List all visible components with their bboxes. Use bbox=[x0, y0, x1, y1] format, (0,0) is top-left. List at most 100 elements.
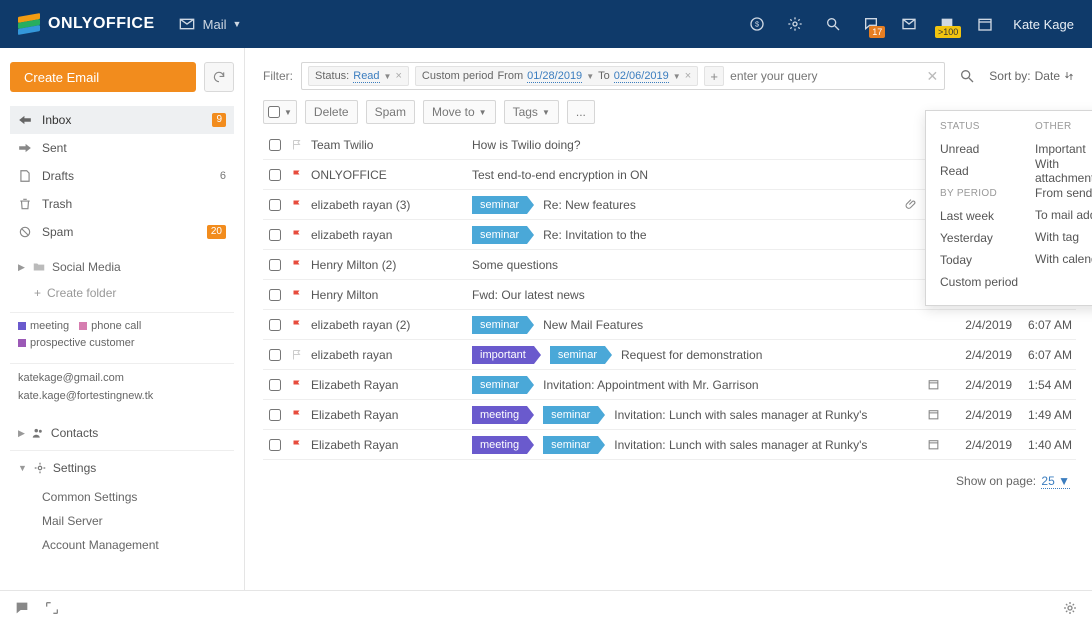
create-email-button[interactable]: Create Email bbox=[10, 62, 196, 92]
mail-subject: Fwd: Our latest news bbox=[472, 288, 900, 302]
filter-bar: Filter: Status:Read▼× Custom periodFrom0… bbox=[263, 62, 1076, 90]
dropdown-option[interactable]: With calendar bbox=[1035, 248, 1092, 270]
nav-sent[interactable]: Sent bbox=[10, 134, 234, 162]
flag-on-icon[interactable] bbox=[291, 409, 303, 421]
calendar-icon bbox=[927, 438, 940, 451]
close-icon[interactable]: × bbox=[685, 70, 691, 82]
filter-dropdown: STATUS UnreadRead BY PERIOD Last weekYes… bbox=[925, 110, 1092, 306]
mail-row[interactable]: elizabeth rayan (2) seminarNew Mail Feat… bbox=[263, 310, 1076, 340]
tags-button[interactable]: Tags▼ bbox=[504, 100, 559, 124]
settings-section[interactable]: ▼Settings bbox=[10, 450, 234, 485]
expand-icon[interactable] bbox=[44, 600, 60, 616]
flag-on-icon[interactable] bbox=[291, 289, 303, 301]
filter-status-pill[interactable]: Status:Read▼× bbox=[308, 66, 409, 86]
search-button[interactable] bbox=[953, 62, 981, 90]
mail-from: elizabeth rayan (2) bbox=[307, 318, 472, 332]
mail-row[interactable]: Elizabeth Rayan meetingseminarInvitation… bbox=[263, 430, 1076, 460]
dropdown-option[interactable]: With attachments bbox=[1035, 160, 1092, 182]
module-switcher[interactable]: Mail ▼ bbox=[179, 16, 242, 32]
flag-on-icon[interactable] bbox=[291, 259, 303, 271]
mail-row[interactable]: elizabeth rayan importantseminarRequest … bbox=[263, 340, 1076, 370]
flag-on-icon[interactable] bbox=[291, 199, 303, 211]
row-checkbox[interactable] bbox=[269, 199, 281, 211]
flag-on-icon[interactable] bbox=[291, 229, 303, 241]
dropdown-option[interactable]: Yesterday bbox=[940, 227, 1025, 249]
mail-top-icon[interactable] bbox=[901, 16, 917, 32]
sort-selector[interactable]: Sort by:Date bbox=[989, 69, 1076, 83]
chat-icon[interactable] bbox=[14, 600, 30, 616]
row-checkbox[interactable] bbox=[269, 319, 281, 331]
filter-query-input[interactable] bbox=[730, 69, 920, 83]
gear-icon[interactable] bbox=[1062, 600, 1078, 616]
user-menu[interactable]: Kate Kage bbox=[1013, 17, 1074, 32]
flag-off-icon[interactable] bbox=[291, 139, 303, 151]
add-filter-button[interactable]: + bbox=[704, 66, 724, 86]
nav-inbox[interactable]: Inbox9 bbox=[10, 106, 234, 134]
spam-button[interactable]: Spam bbox=[366, 100, 415, 124]
nav-drafts[interactable]: Drafts6 bbox=[10, 162, 234, 190]
feed-icon[interactable]: >100 bbox=[939, 16, 955, 32]
row-checkbox[interactable] bbox=[269, 169, 281, 181]
nav-spam[interactable]: Spam20 bbox=[10, 218, 234, 246]
dropdown-option[interactable]: To mail address bbox=[1035, 204, 1092, 226]
tag-seminar: seminar bbox=[472, 226, 527, 244]
tag-chip[interactable]: meeting bbox=[18, 320, 69, 332]
nav-trash[interactable]: Trash bbox=[10, 190, 234, 218]
more-button[interactable]: ... bbox=[567, 100, 595, 124]
calendar-top-icon[interactable] bbox=[977, 16, 993, 32]
main-panel: Filter: Status:Read▼× Custom periodFrom0… bbox=[245, 48, 1092, 590]
close-icon[interactable]: × bbox=[395, 70, 401, 82]
row-checkbox[interactable] bbox=[269, 289, 281, 301]
move-to-button[interactable]: Move to▼ bbox=[423, 100, 496, 124]
row-checkbox[interactable] bbox=[269, 139, 281, 151]
refresh-button[interactable] bbox=[204, 62, 234, 92]
mail-from: Henry Milton (2) bbox=[307, 258, 472, 272]
dropdown-option[interactable]: Unread bbox=[940, 138, 1025, 160]
dropdown-option[interactable]: Custom period bbox=[940, 271, 1025, 293]
create-folder-button[interactable]: +Create folder bbox=[10, 280, 234, 306]
settings-item[interactable]: Common Settings bbox=[42, 485, 234, 509]
select-all-checkbox[interactable]: ▼ bbox=[263, 100, 297, 124]
chevron-down-icon: ▼ bbox=[542, 108, 550, 117]
dropdown-option[interactable]: Read bbox=[940, 160, 1025, 182]
folder-nav: Inbox9 Sent Drafts6 Trash Spam20 bbox=[10, 106, 234, 246]
dropdown-option[interactable]: With tag bbox=[1035, 226, 1092, 248]
row-checkbox[interactable] bbox=[269, 379, 281, 391]
tag-chip[interactable]: phone call bbox=[79, 320, 141, 332]
mail-time: 6:07 AM bbox=[1012, 318, 1076, 332]
tag-chip[interactable]: prospective customer bbox=[18, 337, 135, 349]
mail-row[interactable]: Elizabeth Rayan seminarInvitation: Appoi… bbox=[263, 370, 1076, 400]
filter-period-pill[interactable]: Custom periodFrom01/28/2019▼To02/06/2019… bbox=[415, 66, 698, 86]
flag-off-icon[interactable] bbox=[291, 349, 303, 361]
row-checkbox[interactable] bbox=[269, 439, 281, 451]
folder-icon bbox=[32, 260, 46, 274]
dropdown-option[interactable]: From sender bbox=[1035, 182, 1092, 204]
flag-on-icon[interactable] bbox=[291, 319, 303, 331]
delete-button[interactable]: Delete bbox=[305, 100, 358, 124]
row-checkbox[interactable] bbox=[269, 409, 281, 421]
account-item[interactable]: kate.kage@fortestingnew.tk bbox=[18, 390, 226, 402]
mail-row[interactable]: Elizabeth Rayan meetingseminarInvitation… bbox=[263, 400, 1076, 430]
clear-filter-icon[interactable]: ✕ bbox=[927, 68, 939, 85]
flag-on-icon[interactable] bbox=[291, 439, 303, 451]
contacts-section[interactable]: ▶Contacts bbox=[10, 416, 234, 450]
nav-count: 9 bbox=[212, 113, 226, 127]
row-checkbox[interactable] bbox=[269, 349, 281, 361]
flag-on-icon[interactable] bbox=[291, 169, 303, 181]
talk-icon[interactable]: 17 bbox=[863, 16, 879, 32]
currency-icon[interactable]: $ bbox=[749, 16, 765, 32]
flag-on-icon[interactable] bbox=[291, 379, 303, 391]
gear-icon[interactable] bbox=[787, 16, 803, 32]
search-icon[interactable] bbox=[825, 16, 841, 32]
row-checkbox[interactable] bbox=[269, 259, 281, 271]
page-size-selector[interactable]: 25 ▼ bbox=[1041, 474, 1070, 489]
settings-item[interactable]: Account Management bbox=[42, 533, 234, 557]
account-item[interactable]: katekage@gmail.com bbox=[18, 372, 226, 384]
nav-label: Trash bbox=[42, 197, 72, 211]
row-checkbox[interactable] bbox=[269, 229, 281, 241]
dropdown-option[interactable]: Last week bbox=[940, 205, 1025, 227]
dropdown-option[interactable]: Today bbox=[940, 249, 1025, 271]
folder-social-media[interactable]: ▶Social Media bbox=[10, 254, 234, 280]
settings-item[interactable]: Mail Server bbox=[42, 509, 234, 533]
chevron-down-icon: ▼ bbox=[586, 72, 594, 81]
